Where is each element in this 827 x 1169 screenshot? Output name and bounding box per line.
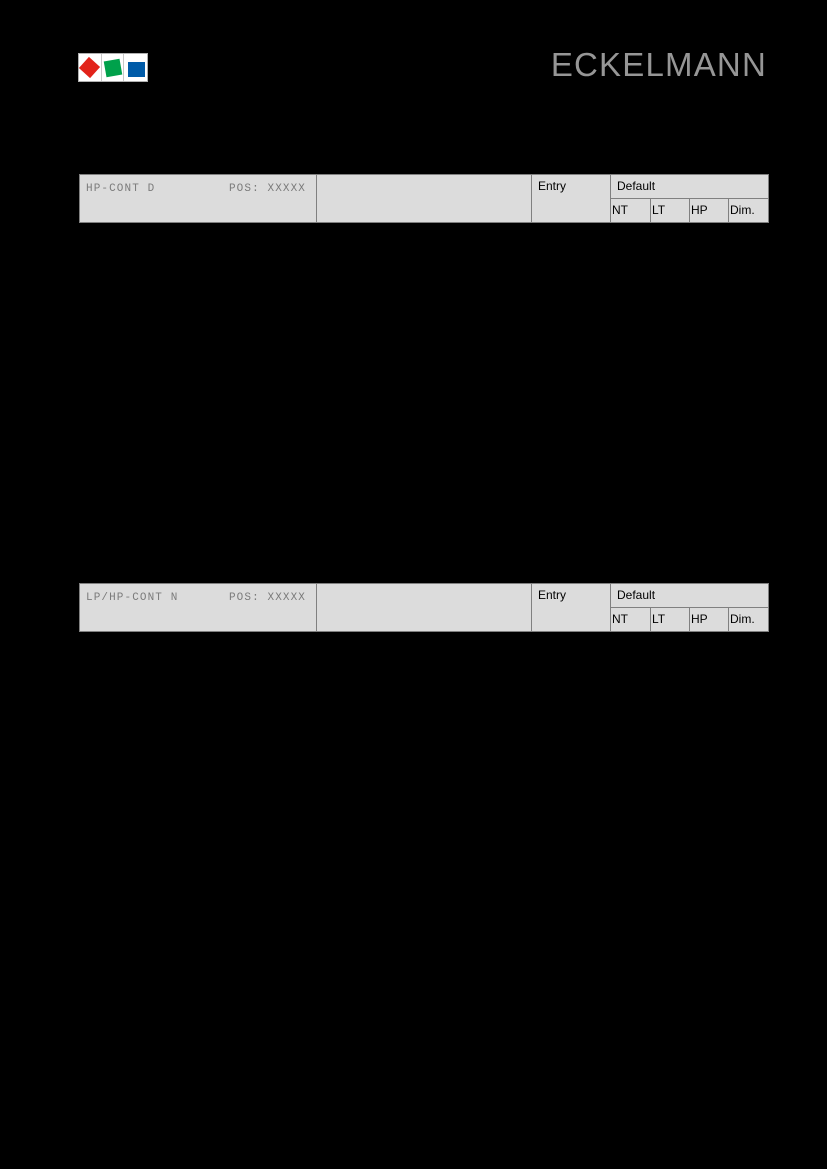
subheader-label-dim: Dim.: [730, 612, 755, 626]
description-cell: [316, 583, 532, 632]
brand-logo: [78, 53, 148, 82]
subheader-cell-nt: NT: [610, 198, 651, 223]
device-name-label: LP/HP-CONT N: [86, 592, 179, 604]
entry-header-cell: Entry: [531, 174, 611, 223]
subheader-label-hp: HP: [691, 203, 708, 217]
subheader-cell-dim: Dim.: [727, 198, 770, 223]
table-row: LP/HP-CONT N POS: XXXXX Entry Default: [79, 583, 770, 632]
parameter-table-hp-cont-d: HP-CONT D POS: XXXXX Entry Default NT LT: [79, 174, 770, 223]
entry-header-label: Entry: [538, 588, 567, 602]
red-diamond-icon: [79, 56, 101, 79]
subheader-cell-dim: Dim.: [727, 607, 770, 632]
logo-tile-green: [101, 54, 125, 81]
device-position-label: POS: XXXXX: [228, 592, 306, 604]
entry-header-cell: Entry: [531, 583, 611, 632]
description-cell: [316, 174, 532, 223]
green-square-icon: [103, 58, 122, 77]
page-header: ECKELMANN: [0, 0, 827, 120]
device-name-label: HP-CONT D: [86, 183, 156, 195]
subheader-label-nt: NT: [612, 612, 628, 626]
subheader-cell-hp: HP: [689, 607, 729, 632]
blue-square-icon: [127, 61, 145, 77]
entry-header-label: Entry: [538, 179, 567, 193]
subheader-cell-nt: NT: [610, 607, 651, 632]
subheader-label-lt: LT: [652, 612, 666, 626]
parameter-table-lp-hp-cont-n: LP/HP-CONT N POS: XXXXX Entry Default NT…: [79, 583, 770, 632]
subheader-label-hp: HP: [691, 612, 708, 626]
default-header-label: Default: [617, 588, 656, 602]
table-row: HP-CONT D POS: XXXXX Entry Default: [79, 174, 770, 223]
subheader-cell-hp: HP: [689, 198, 729, 223]
default-header-label: Default: [617, 179, 656, 193]
brand-wordmark: ECKELMANN: [550, 46, 767, 83]
subheader-cell-lt: LT: [650, 198, 690, 223]
default-group-header-cell: Default: [609, 583, 770, 608]
subheader-label-nt: NT: [612, 203, 628, 217]
device-identity-cell: LP/HP-CONT N POS: XXXXX: [79, 583, 317, 632]
subheader-cell-lt: LT: [650, 607, 690, 632]
device-position-label: POS: XXXXX: [228, 183, 306, 195]
description-text: [317, 175, 531, 179]
subheader-label-lt: LT: [652, 203, 666, 217]
subheader-label-dim: Dim.: [730, 203, 755, 217]
device-identity-cell: HP-CONT D POS: XXXXX: [79, 174, 317, 223]
logo-tile-blue: [124, 54, 148, 81]
description-text: [317, 584, 531, 588]
default-group-header-cell: Default: [609, 174, 770, 199]
logo-tile-red: [79, 54, 102, 81]
